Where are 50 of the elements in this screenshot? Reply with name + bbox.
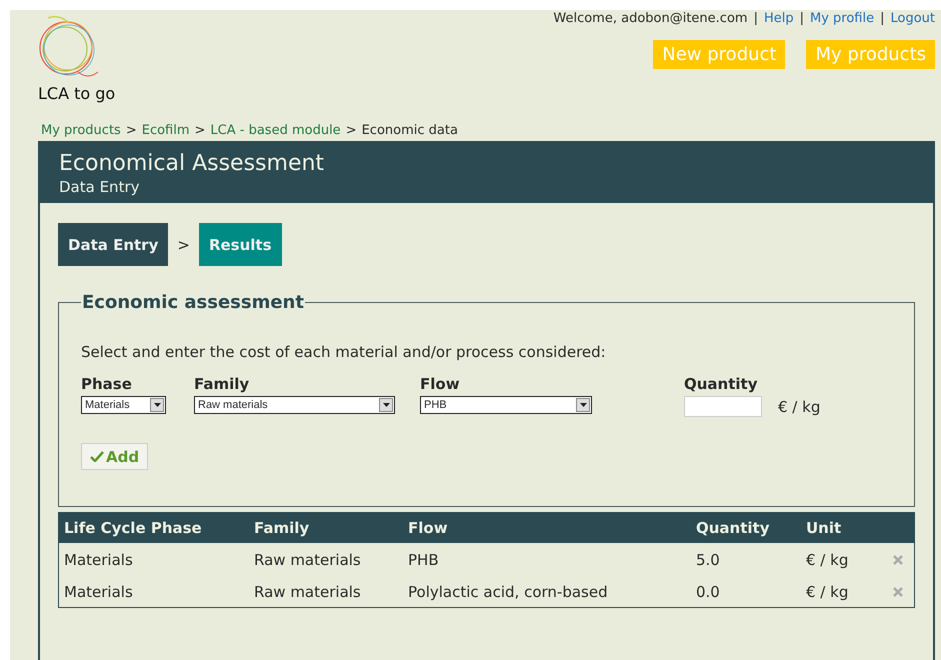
table-cell: 0.0 <box>691 575 801 608</box>
breadcrumb-separator: > <box>194 123 206 138</box>
breadcrumb-separator: > <box>346 123 357 138</box>
table-cell: € / kg <box>801 575 881 608</box>
field-label: Phase <box>81 375 133 393</box>
table-cell: Materials <box>58 543 249 575</box>
field-label: Flow <box>420 375 461 393</box>
welcome-text: Welcome, adobon@itene.com <box>553 11 748 26</box>
header-link[interactable]: Logout <box>890 11 935 26</box>
delete-icon[interactable] <box>892 555 902 565</box>
table-cell: € / kg <box>801 543 881 575</box>
table-cell: Raw materials <box>249 543 403 575</box>
column-header: Life Cycle Phase <box>58 512 249 543</box>
step-tab[interactable]: Results <box>198 223 282 266</box>
table-cell: PHB <box>403 543 691 575</box>
breadcrumb-link[interactable]: My products <box>41 123 121 138</box>
panel-title: Economical Assessment <box>59 151 326 176</box>
table-cell: Raw materials <box>249 575 403 608</box>
table-cell: Materials <box>58 575 249 608</box>
breadcrumb-current: Economic data <box>362 123 458 138</box>
table-cell: Polylactic acid, corn-based <box>403 575 691 608</box>
column-header: Unit <box>801 512 881 543</box>
link-separator: | <box>754 11 758 26</box>
step-tab[interactable]: Data Entry <box>58 223 168 266</box>
instruction-text: Select and enter the cost of each material and/or process considered: <box>81 343 607 361</box>
fieldset-legend: Economic assessment <box>81 292 305 313</box>
dropdown[interactable]: PHB <box>420 396 592 414</box>
field-label: Family <box>194 375 250 393</box>
field-label: Quantity <box>684 375 758 393</box>
dropdown[interactable]: Materials <box>81 396 166 414</box>
link-separator: | <box>800 11 804 26</box>
breadcrumb-link[interactable]: LCA - based module <box>210 123 341 138</box>
table-cell: 5.0 <box>691 543 801 575</box>
column-header: Family <box>249 512 403 543</box>
breadcrumb-separator: > <box>126 123 137 138</box>
link-separator: | <box>880 11 884 26</box>
delete-icon[interactable] <box>892 587 902 597</box>
header-link[interactable]: Help <box>764 11 794 26</box>
column-header: Quantity <box>691 512 801 543</box>
column-header: Flow <box>403 512 691 543</box>
header-link[interactable]: My profile <box>810 11 874 26</box>
breadcrumb-link[interactable]: Ecofilm <box>142 123 190 138</box>
check-icon <box>90 451 104 462</box>
add-button[interactable]: Add <box>81 443 148 470</box>
logo-text: LCA to go <box>38 84 116 103</box>
quantity-field[interactable] <box>684 396 762 417</box>
step-separator: > <box>177 236 190 254</box>
panel-subtitle: Data Entry <box>59 178 140 196</box>
unit-label: € / kg <box>778 398 820 416</box>
dropdown[interactable]: Raw materials <box>194 396 395 414</box>
